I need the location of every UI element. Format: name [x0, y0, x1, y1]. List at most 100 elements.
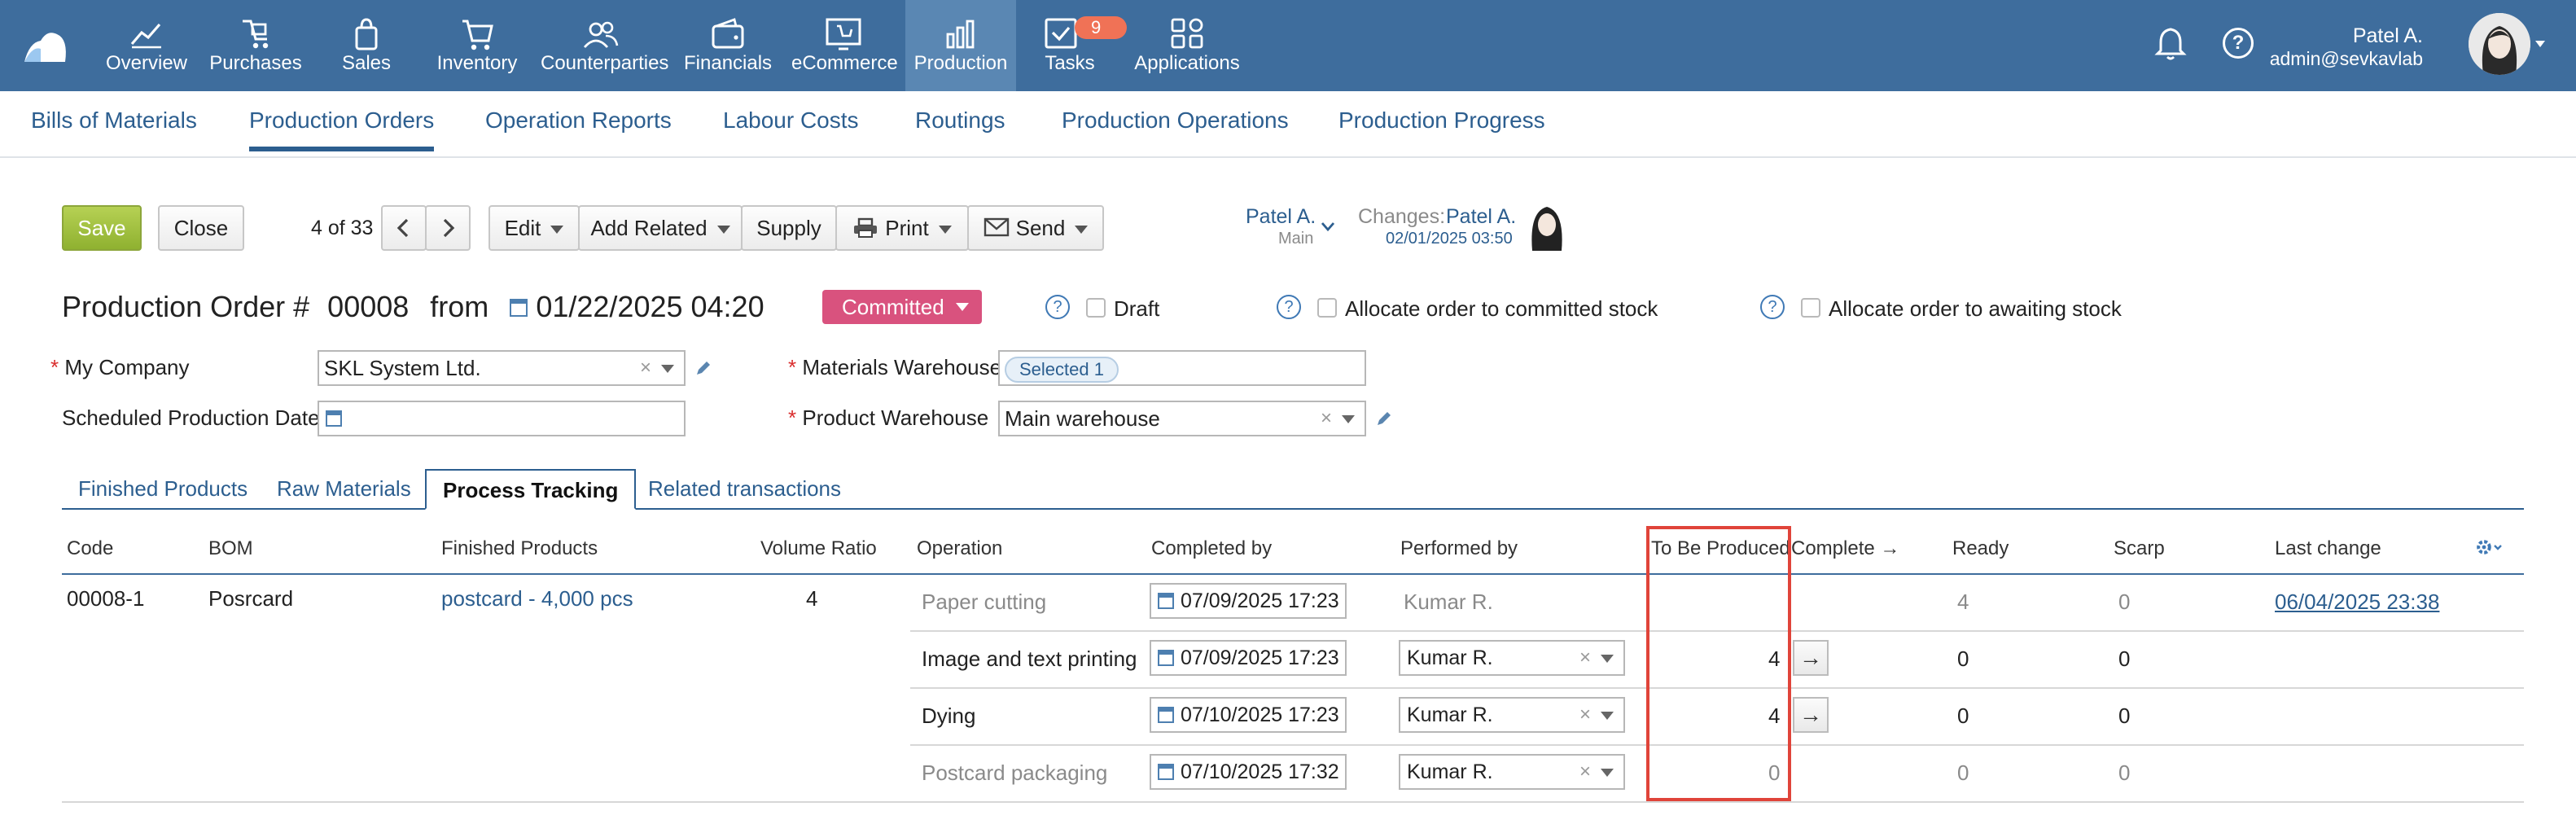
subnav-production-progress[interactable]: Production Progress — [1338, 107, 1545, 134]
complete-arrow-button[interactable]: → — [1793, 640, 1829, 676]
nav-tasks[interactable]: Tasks — [1026, 0, 1114, 91]
selected-count-pill[interactable]: Selected 1 — [1005, 357, 1119, 383]
help-icon[interactable]: ? — [2223, 28, 2254, 59]
my-company-select[interactable]: SKL System Ltd. × — [318, 350, 686, 386]
clear-icon[interactable]: × — [640, 352, 651, 384]
calendar-icon[interactable] — [1158, 650, 1174, 666]
calendar-icon[interactable] — [1158, 764, 1174, 780]
col-volume-ratio[interactable]: Volume Ratio — [760, 537, 877, 560]
col-code[interactable]: Code — [67, 537, 113, 560]
nav-ecommerce[interactable]: eCommerce — [791, 0, 898, 91]
last-change-link[interactable]: 06/04/2025 23:38 — [2275, 590, 2439, 615]
envelope-icon — [984, 217, 1009, 237]
nav-inventory[interactable]: Inventory — [433, 0, 521, 91]
changes-date: 02/01/2025 03:50 — [1386, 230, 1513, 248]
clear-icon[interactable]: × — [1579, 756, 1591, 788]
subnav-production-operations[interactable]: Production Operations — [1062, 107, 1289, 134]
completed-by-date-input[interactable]: 07/10/2025 17:23 — [1150, 697, 1347, 733]
col-complete[interactable]: Complete → — [1791, 537, 1899, 560]
materials-warehouse-input[interactable]: Selected 1 — [998, 350, 1366, 386]
edit-menu-button[interactable]: Edit — [488, 205, 580, 251]
user-block[interactable]: Patel A. admin@sevkavlab — [2270, 24, 2423, 70]
col-performed-by[interactable]: Performed by — [1400, 537, 1518, 560]
performed-by-select[interactable]: Kumar R. × — [1399, 697, 1625, 733]
owner-chevron-down-icon[interactable] — [1321, 221, 1335, 231]
dropdown-caret-icon[interactable] — [1601, 769, 1614, 777]
clear-icon[interactable]: × — [1321, 402, 1332, 435]
nav-sales[interactable]: Sales — [326, 0, 407, 91]
product-warehouse-select[interactable]: Main warehouse × — [998, 401, 1366, 436]
dropdown-caret-icon[interactable] — [1342, 415, 1355, 423]
avatar[interactable] — [2469, 13, 2530, 75]
user-menu-chevron-icon[interactable] — [2535, 41, 2545, 47]
draft-checkbox[interactable] — [1086, 298, 1106, 318]
calendar-icon[interactable] — [1158, 707, 1174, 723]
performed-by-select[interactable]: Kumar R. × — [1399, 640, 1625, 676]
tab-process-tracking[interactable]: Process Tracking — [425, 469, 637, 510]
col-bom[interactable]: BOM — [208, 537, 253, 560]
nav-financials[interactable]: Financials — [684, 0, 772, 91]
subnav-routings[interactable]: Routings — [915, 107, 1005, 134]
next-record-button[interactable] — [425, 205, 471, 251]
scheduled-date-input[interactable] — [318, 401, 686, 436]
calendar-icon[interactable] — [510, 299, 528, 317]
cell-finished-product-link[interactable]: postcard - 4,000 pcs — [441, 586, 633, 611]
tab-raw-materials[interactable]: Raw Materials — [261, 469, 427, 508]
user-portrait-icon — [2469, 13, 2530, 75]
col-operation[interactable]: Operation — [917, 537, 1002, 560]
help-icon[interactable]: ? — [1760, 295, 1785, 319]
nav-overview[interactable]: Overview — [101, 0, 192, 91]
app-logo-icon[interactable] — [20, 20, 72, 72]
completed-by-date-input[interactable]: 07/10/2025 17:32 — [1150, 754, 1347, 790]
changes-user-link[interactable]: Patel A. — [1446, 205, 1516, 229]
required-marker: * — [788, 355, 797, 379]
completed-by-date-input[interactable]: 07/09/2025 17:23 — [1150, 583, 1347, 619]
dropdown-caret-icon[interactable] — [1601, 712, 1614, 720]
dropdown-caret-icon[interactable] — [661, 365, 674, 373]
col-last-change[interactable]: Last change — [2275, 537, 2381, 560]
performed-by-select[interactable]: Kumar R. × — [1399, 754, 1625, 790]
subnav-production-orders[interactable]: Production Orders — [249, 107, 435, 151]
col-finished-products[interactable]: Finished Products — [441, 537, 598, 560]
save-button[interactable]: Save — [62, 205, 142, 251]
column-settings-gear-icon[interactable] — [2475, 537, 2504, 557]
calendar-icon[interactable] — [326, 410, 342, 427]
col-ready[interactable]: Ready — [1952, 537, 2009, 560]
col-scarp[interactable]: Scarp — [2114, 537, 2165, 560]
send-button[interactable]: Send — [967, 205, 1104, 251]
chart-line-icon — [130, 23, 161, 49]
clear-icon[interactable]: × — [1579, 699, 1591, 731]
order-date[interactable]: 01/22/2025 04:20 — [536, 290, 764, 323]
subnav-bills-of-materials[interactable]: Bills of Materials — [31, 107, 197, 134]
owner-name-link[interactable]: Patel A. — [1246, 205, 1316, 229]
pencil-icon[interactable] — [694, 358, 713, 378]
col-completed-by[interactable]: Completed by — [1151, 537, 1272, 560]
tab-related-transactions[interactable]: Related transactions — [632, 469, 857, 508]
tab-finished-products[interactable]: Finished Products — [62, 469, 264, 508]
pencil-icon[interactable] — [1374, 409, 1394, 428]
help-icon[interactable]: ? — [1277, 295, 1301, 319]
allocate-awaiting-checkbox[interactable] — [1801, 298, 1820, 318]
nav-production[interactable]: Production — [905, 0, 1016, 91]
dropdown-caret-icon[interactable] — [1601, 655, 1614, 663]
prev-record-button[interactable] — [381, 205, 427, 251]
complete-arrow-button[interactable]: → — [1793, 697, 1829, 733]
add-related-button[interactable]: Add Related — [578, 205, 743, 251]
subnav-operation-reports[interactable]: Operation Reports — [485, 107, 672, 134]
completed-by-date-input[interactable]: 07/09/2025 17:23 — [1150, 640, 1347, 676]
close-button[interactable]: Close — [158, 205, 244, 251]
operation-name: Image and text printing — [922, 646, 1137, 671]
print-button[interactable]: Print — [835, 205, 969, 251]
bell-icon[interactable] — [2154, 26, 2187, 62]
subnav-labour-costs[interactable]: Labour Costs — [723, 107, 859, 134]
nav-purchases[interactable]: Purchases — [205, 0, 306, 91]
top-nav-bar: Overview Purchases Sales Inventory Count… — [0, 0, 2576, 91]
supply-button[interactable]: Supply — [741, 205, 837, 251]
clear-icon[interactable]: × — [1579, 642, 1591, 674]
nav-applications[interactable]: Applications — [1130, 0, 1244, 91]
help-icon[interactable]: ? — [1045, 295, 1070, 319]
nav-counterparties[interactable]: Counterparties — [541, 0, 668, 91]
allocate-committed-checkbox[interactable] — [1317, 298, 1337, 318]
status-dropdown[interactable]: Committed — [822, 290, 982, 324]
calendar-icon[interactable] — [1158, 593, 1174, 609]
